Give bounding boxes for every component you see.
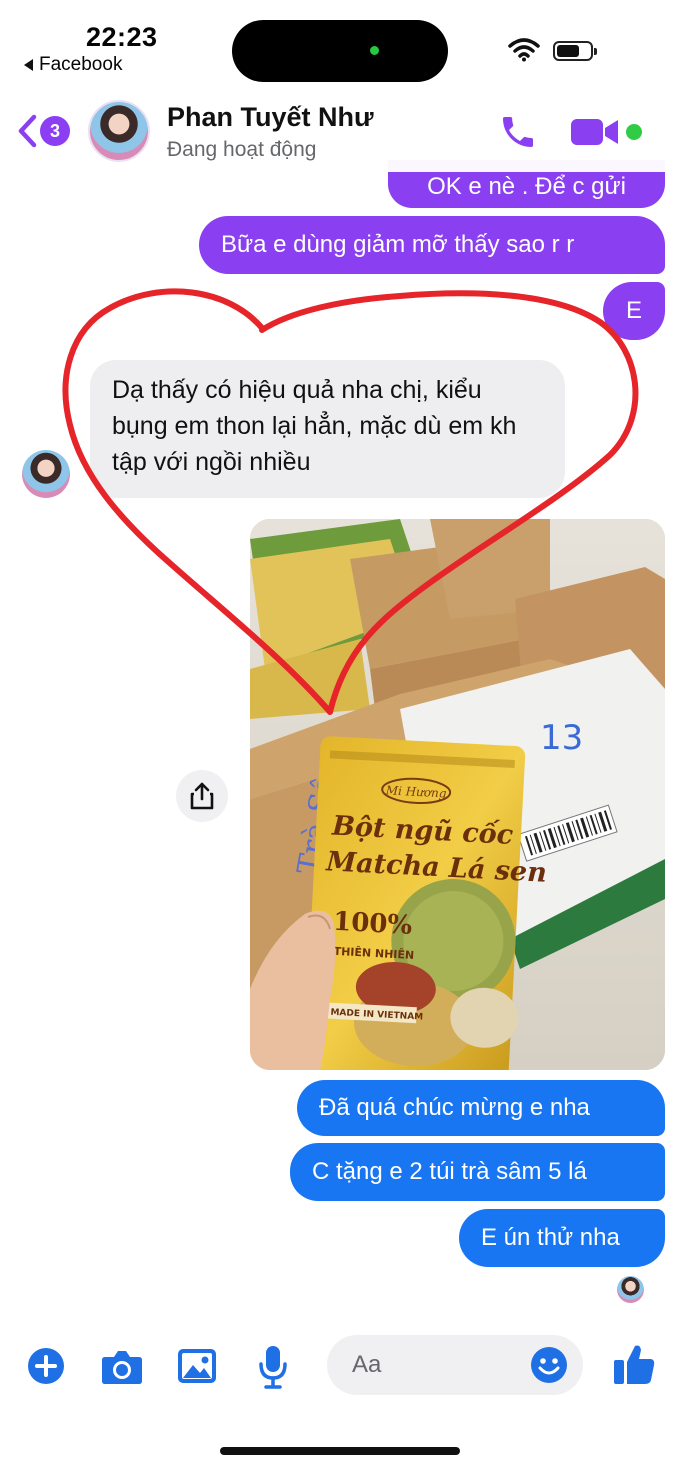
thumbs-up-icon[interactable] xyxy=(612,1342,656,1386)
seen-indicator-avatar xyxy=(617,1276,644,1303)
clock: 22:23 xyxy=(86,22,158,52)
battery-icon xyxy=(553,41,597,61)
product-photo: 13 Trà Sâm Mi Hương Bột ngũ cốc Matcha L… xyxy=(250,519,665,1070)
message-input[interactable]: Aa xyxy=(327,1335,583,1395)
message-text: E ún thử nha xyxy=(481,1224,620,1251)
message-bubble-incoming[interactable]: Dạ thấy có hiệu quả nha chị, kiểu bụng e… xyxy=(90,360,565,498)
message-bubble-outgoing[interactable]: E ún thử nha xyxy=(459,1209,665,1267)
message-text: C tặng e 2 túi trà sâm 5 lá xyxy=(312,1158,587,1185)
contact-name[interactable]: Phan Tuyết Như xyxy=(167,102,374,133)
message-bubble-outgoing[interactable]: Đã quá chúc mừng e nha xyxy=(297,1080,665,1136)
microphone-icon[interactable] xyxy=(258,1344,288,1390)
plus-icon[interactable] xyxy=(26,1346,66,1386)
message-text: Dạ thấy có hiệu quả nha chị, kiểu bụng e… xyxy=(112,376,517,476)
back-to-app-link[interactable]: Facebook xyxy=(24,54,122,76)
status-bar: 22:23 Facebook xyxy=(0,0,680,92)
camera-icon[interactable] xyxy=(101,1349,143,1385)
emoji-icon[interactable] xyxy=(530,1346,568,1384)
message-text: OK e nè . Để c gửi xyxy=(427,173,626,200)
photo-attachment[interactable]: 13 Trà Sâm Mi Hương Bột ngũ cốc Matcha L… xyxy=(250,519,665,1070)
message-text: E xyxy=(625,297,642,324)
message-bubble-outgoing[interactable]: E xyxy=(603,282,665,340)
message-text: Bữa e dùng giảm mỡ thấy sao r r xyxy=(221,231,575,258)
message-input-placeholder: Aa xyxy=(352,1351,382,1378)
camera-indicator-dot xyxy=(370,46,379,55)
home-indicator[interactable] xyxy=(220,1447,460,1455)
share-button[interactable] xyxy=(176,770,228,822)
bag-percent: 100% xyxy=(332,907,413,941)
share-icon xyxy=(190,782,214,810)
box-number: 13 xyxy=(540,718,583,758)
phone-icon[interactable] xyxy=(498,112,538,152)
back-button[interactable]: 3 xyxy=(16,114,70,148)
wifi-icon xyxy=(508,38,540,62)
dynamic-island xyxy=(232,20,448,82)
back-arrow-icon xyxy=(24,59,33,71)
unread-count-badge: 3 xyxy=(40,116,70,146)
contact-avatar[interactable] xyxy=(88,100,150,162)
contact-avatar-small[interactable] xyxy=(22,450,70,498)
message-bubble-outgoing[interactable]: C tặng e 2 túi trà sâm 5 lá xyxy=(290,1143,665,1201)
back-app-label: Facebook xyxy=(39,54,123,75)
message-text: Đã quá chúc mừng e nha xyxy=(319,1094,590,1121)
chevron-left-icon xyxy=(18,114,37,148)
video-camera-icon[interactable] xyxy=(570,116,622,148)
message-bubble-outgoing[interactable]: Bữa e dùng giảm mỡ thấy sao r r xyxy=(199,216,665,274)
message-composer: Aa xyxy=(0,1330,680,1410)
conversation-header: 3 Phan Tuyết Như Đang hoạt động xyxy=(0,92,680,172)
online-status-dot xyxy=(626,124,642,140)
contact-status: Đang hoạt động xyxy=(167,138,317,161)
image-icon[interactable] xyxy=(177,1348,217,1384)
